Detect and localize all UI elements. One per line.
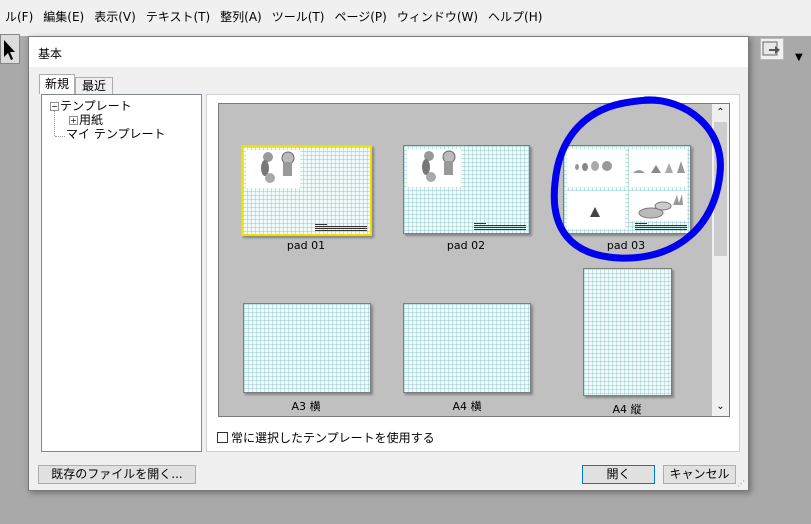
cones-sketch-icon bbox=[633, 161, 685, 173]
sketch-figure-icon bbox=[422, 150, 456, 182]
template-tree: − テンプレート + 用紙 マイ テンプレート bbox=[41, 94, 202, 452]
expand-icon[interactable]: + bbox=[69, 116, 78, 125]
tab-recent[interactable]: 最近 bbox=[75, 77, 113, 94]
thumb-label: pad 03 bbox=[606, 239, 646, 252]
menu-bar: ル(F) 編集(E) 表示(V) テキスト(T) 整列(A) ツール(T) ペー… bbox=[0, 0, 811, 36]
resize-grip-icon[interactable]: ⋰ bbox=[737, 479, 746, 488]
always-use-template-checkbox[interactable]: 常に選択したテンプレートを使用する bbox=[217, 429, 435, 446]
thumb-label: pad 01 bbox=[286, 239, 326, 252]
pyramid-sketch-icon bbox=[590, 207, 600, 217]
template-thumb-a4-landscape[interactable] bbox=[403, 303, 531, 393]
dialog-title: 基本 bbox=[38, 47, 63, 61]
template-thumbnail-grid[interactable]: pad 01 pad 02 pad 03 A3 横 A4 横 A4 縦 ⌃ ⌄ bbox=[218, 103, 730, 417]
menu-tools[interactable]: ツール(T) bbox=[267, 8, 330, 26]
scroll-up-icon[interactable]: ⌃ bbox=[712, 106, 729, 120]
tab-new[interactable]: 新規 bbox=[39, 74, 75, 94]
export-tool-button[interactable] bbox=[760, 38, 784, 60]
collapse-icon[interactable]: − bbox=[50, 102, 59, 111]
scroll-down-icon[interactable]: ⌄ bbox=[712, 400, 729, 414]
toolbar-dropdown-icon[interactable]: ▼ bbox=[795, 52, 803, 63]
menu-page[interactable]: ページ(P) bbox=[329, 8, 391, 26]
vertical-scrollbar[interactable]: ⌃ ⌄ bbox=[712, 104, 729, 416]
template-thumb-a3-landscape[interactable] bbox=[243, 303, 371, 393]
grid-paper bbox=[244, 304, 370, 392]
new-document-dialog: 基本 新規 最近 − テンプレート + 用紙 マイ テンプレート pad 01 … bbox=[28, 36, 749, 491]
shells-sketch-icon bbox=[638, 194, 683, 219]
menu-arrange[interactable]: 整列(A) bbox=[215, 8, 267, 26]
template-thumb-a4-portrait[interactable] bbox=[583, 268, 672, 396]
template-thumb-pad02[interactable] bbox=[403, 145, 530, 234]
tree-item-label: マイ テンプレート bbox=[66, 127, 166, 141]
title-block bbox=[635, 223, 687, 231]
menu-file[interactable]: ル(F) bbox=[0, 8, 38, 26]
thumb-label: A4 横 bbox=[452, 400, 482, 413]
tree-item-my-templates[interactable]: マイ テンプレート bbox=[66, 127, 165, 141]
checkbox-box[interactable] bbox=[217, 432, 228, 443]
thumb-label: A4 縦 bbox=[612, 403, 642, 416]
menu-edit[interactable]: 編集(E) bbox=[38, 8, 89, 26]
sketch-figure bbox=[407, 149, 461, 187]
sketch-figure-icon bbox=[261, 151, 295, 183]
pointer-arrow-icon bbox=[4, 40, 15, 60]
sketch-eggs bbox=[567, 149, 625, 187]
grid-paper bbox=[584, 269, 671, 395]
tree-item-templates[interactable]: − テンプレート bbox=[50, 99, 132, 113]
dialog-titlebar: 基本 bbox=[29, 37, 748, 67]
menu-view[interactable]: 表示(V) bbox=[89, 8, 141, 26]
menu-text[interactable]: テキスト(T) bbox=[141, 8, 215, 26]
open-button[interactable]: 開く bbox=[582, 465, 655, 484]
thumb-label: pad 02 bbox=[446, 239, 486, 252]
sketch-pyramid bbox=[567, 191, 625, 229]
pointer-tool-button[interactable] bbox=[0, 34, 20, 64]
title-block bbox=[315, 224, 367, 232]
open-existing-file-button[interactable]: 既存のファイルを開く... bbox=[38, 465, 196, 484]
export-arrow-icon bbox=[762, 41, 780, 56]
template-thumb-pad01[interactable] bbox=[241, 145, 372, 236]
menu-help[interactable]: ヘルプ(H) bbox=[483, 8, 547, 26]
left-toolbar bbox=[0, 36, 27, 524]
sketch-shells bbox=[629, 191, 687, 221]
tree-item-label: 用紙 bbox=[79, 113, 104, 127]
grid-paper bbox=[404, 304, 530, 392]
title-block bbox=[474, 223, 526, 231]
eggs-sketch-icon bbox=[575, 161, 612, 171]
tree-connector bbox=[55, 136, 65, 137]
scroll-thumb[interactable] bbox=[714, 122, 727, 256]
sketch-figure bbox=[246, 150, 300, 188]
tree-connector bbox=[54, 109, 55, 136]
tree-item-label: テンプレート bbox=[60, 99, 132, 113]
template-thumb-pad03[interactable] bbox=[563, 145, 691, 234]
sketch-cones bbox=[629, 149, 687, 187]
checkbox-label: 常に選択したテンプレートを使用する bbox=[231, 431, 435, 445]
menu-window[interactable]: ウィンドウ(W) bbox=[392, 8, 483, 26]
right-toolbar bbox=[750, 36, 811, 524]
tree-item-paper[interactable]: + 用紙 bbox=[69, 113, 103, 127]
menu-row: ル(F) 編集(E) 表示(V) テキスト(T) 整列(A) ツール(T) ペー… bbox=[0, 8, 547, 26]
cancel-button[interactable]: キャンセル bbox=[663, 465, 736, 484]
thumb-label: A3 横 bbox=[291, 400, 321, 413]
